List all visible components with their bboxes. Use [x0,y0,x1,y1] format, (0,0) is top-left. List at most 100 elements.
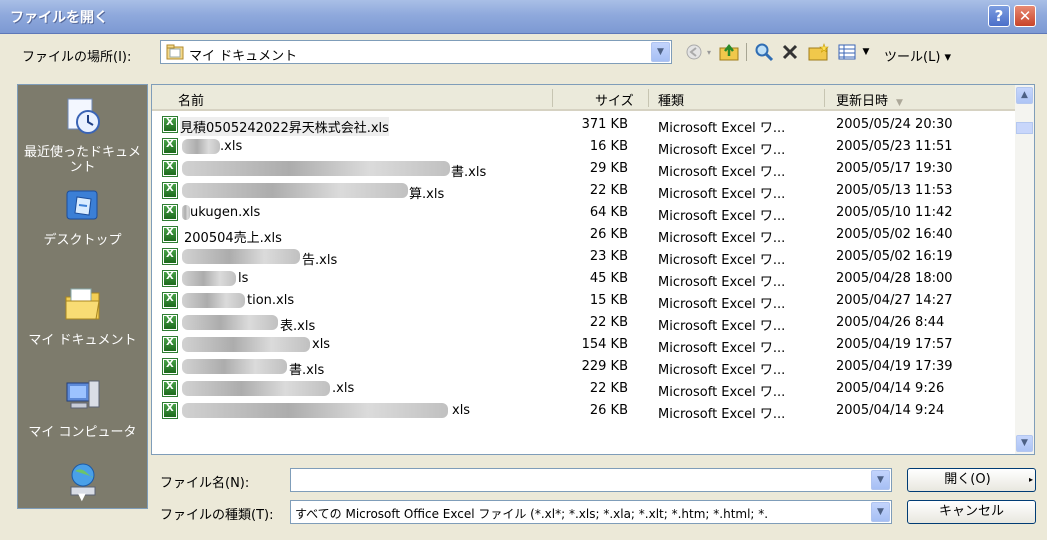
filetype-select[interactable]: すべての Microsoft Office Excel ファイル (*.xl*;… [290,500,892,524]
file-row[interactable]: 書.xls 229 KB Microsoft Excel ワ... 2005/04/1… [152,356,1015,378]
file-date: 2005/04/14 9:26 [836,381,945,396]
file-name: 書.xls [451,165,487,180]
file-type: Microsoft Excel ワ... [658,297,786,312]
redaction-blur [182,249,300,264]
chevron-down-icon[interactable]: ▼ [871,470,890,490]
file-date: 2005/05/17 19:30 [836,161,953,176]
file-name: ukugen.xls [190,205,261,220]
file-date: 2005/04/27 14:27 [836,293,953,308]
lookin-label: ファイルの場所(I): [22,50,132,65]
file-row[interactable]: ukugen.xls 64 KB Microsoft Excel ワ... 2005/… [152,202,1015,224]
file-name: xls [312,337,331,352]
file-row[interactable]: 見積0505242022昇天株式会社.xls 371 KB Microsoft Ex… [152,114,1015,136]
back-dropdown[interactable]: ▾ [704,41,714,63]
file-name: 算.xls [409,187,445,202]
excel-file-icon [162,204,178,221]
file-size: 22 KB [589,183,628,198]
window-title: ファイルを開く [10,10,108,26]
redaction-blur [182,381,330,396]
column-type[interactable]: 種類 [658,90,684,109]
open-options-arrow[interactable]: ▸ [1027,468,1036,492]
cancel-button[interactable]: キャンセル [907,500,1036,524]
vertical-scrollbar[interactable]: ▲ ▼ [1015,85,1034,454]
place-label: マイ コンピュータ [28,425,137,440]
column-date[interactable]: 更新日時 ▼ [836,90,903,109]
file-row[interactable]: 書.xls 29 KB Microsoft Excel ワ... 2005/05/17… [152,158,1015,180]
file-row[interactable]: 告.xls 23 KB Microsoft Excel ワ... 2005/05/02… [152,246,1015,268]
file-date: 2005/04/19 17:39 [836,359,953,374]
list-header: 名前 サイズ 種類 更新日時 ▼ [152,85,1015,111]
excel-file-icon [162,160,178,177]
views-button[interactable] [836,41,858,63]
place-desktop[interactable]: デスクトップ [18,185,147,248]
views-icon [838,44,856,60]
scroll-down-button[interactable]: ▼ [1016,435,1033,452]
excel-file-icon [162,270,178,287]
excel-file-icon [162,248,178,265]
column-divider[interactable] [552,89,553,107]
filename-input[interactable]: ▼ [290,468,892,492]
column-name[interactable]: 名前 [178,90,204,109]
file-row[interactable]: xls 26 KB Microsoft Excel ワ... 2005/04/14 9… [152,400,1015,422]
scroll-thumb[interactable] [1016,122,1033,134]
back-button[interactable] [684,41,704,63]
chevron-down-icon[interactable]: ▼ [871,502,890,522]
excel-file-icon [162,358,178,375]
excel-file-icon [162,292,178,309]
file-row[interactable]: xls 154 KB Microsoft Excel ワ... 2005/04/19 … [152,334,1015,356]
lookin-value: マイ ドキュメント [189,49,298,64]
tools-menu[interactable]: ツール(L) ▾ [884,46,951,65]
open-button[interactable]: 開く(O) [907,468,1028,492]
file-row[interactable]: 算.xls 22 KB Microsoft Excel ワ... 2005/05/13… [152,180,1015,202]
column-date-label: 更新日時 [836,94,889,109]
redaction-blur [182,271,236,286]
filetype-value: すべての Microsoft Office Excel ファイル (*.xl*;… [295,507,769,521]
file-size: 23 KB [589,249,628,264]
file-row[interactable]: 表.xls 22 KB Microsoft Excel ワ... 2005/04/26… [152,312,1015,334]
column-divider[interactable] [824,89,825,107]
close-button[interactable]: ✕ [1014,5,1036,27]
title-bar[interactable]: ファイルを開く ? ✕ [0,0,1047,34]
file-size: 16 KB [589,139,628,154]
delete-button[interactable] [778,41,802,63]
redaction-blur [182,183,408,198]
search-web-button[interactable] [752,41,776,63]
toolbar-separator [746,43,747,61]
file-row[interactable]: ls 45 KB Microsoft Excel ワ... 2005/04/28 18… [152,268,1015,290]
place-my-computer[interactable]: マイ コンピュータ [18,377,147,440]
place-recent[interactable]: 最近使ったドキュメント [18,97,147,175]
file-date: 2005/04/28 18:00 [836,271,953,286]
excel-file-icon [162,182,178,199]
file-type: Microsoft Excel ワ... [658,341,786,356]
file-name: 告.xls [302,253,338,268]
file-row[interactable]: .xls 22 KB Microsoft Excel ワ... 2005/04/14 … [152,378,1015,400]
chevron-down-icon[interactable]: ▼ [78,492,86,503]
file-size: 22 KB [589,315,628,330]
up-folder-button[interactable] [718,41,742,63]
file-list[interactable]: 名前 サイズ 種類 更新日時 ▼ 見積0505242022昇天株式会社.xls 37… [151,84,1035,455]
lookin-combo[interactable]: マイ ドキュメント ▼ [160,40,672,64]
scroll-up-button[interactable]: ▲ [1016,87,1033,104]
column-size[interactable]: サイズ [595,90,634,109]
chevron-down-icon[interactable]: ▼ [651,42,670,62]
file-type: Microsoft Excel ワ... [658,275,786,290]
file-name: .xls [332,381,355,396]
file-name: ls [238,271,249,286]
file-row[interactable]: .xls 16 KB Microsoft Excel ワ... 2005/05/23 … [152,136,1015,158]
help-button[interactable]: ? [988,5,1010,27]
file-row[interactable]: tion.xls 15 KB Microsoft Excel ワ... 2005/04… [152,290,1015,312]
redaction-blur [182,359,287,374]
place-label: デスクトップ [43,233,122,248]
file-row[interactable]: 200504売上.xls 26 KB Microsoft Excel ワ... 200… [152,224,1015,246]
file-date: 2005/05/02 16:40 [836,227,953,242]
excel-file-icon [162,314,178,331]
excel-file-icon [162,380,178,397]
folder-icon [166,44,184,60]
file-name: 200504売上.xls [184,231,282,246]
column-divider[interactable] [648,89,649,107]
file-size: 64 KB [589,205,628,220]
redaction-blur [182,205,190,220]
place-my-documents[interactable]: マイ ドキュメント [18,285,147,348]
new-folder-button[interactable] [806,41,832,63]
views-dropdown[interactable]: ▼ [860,41,872,63]
